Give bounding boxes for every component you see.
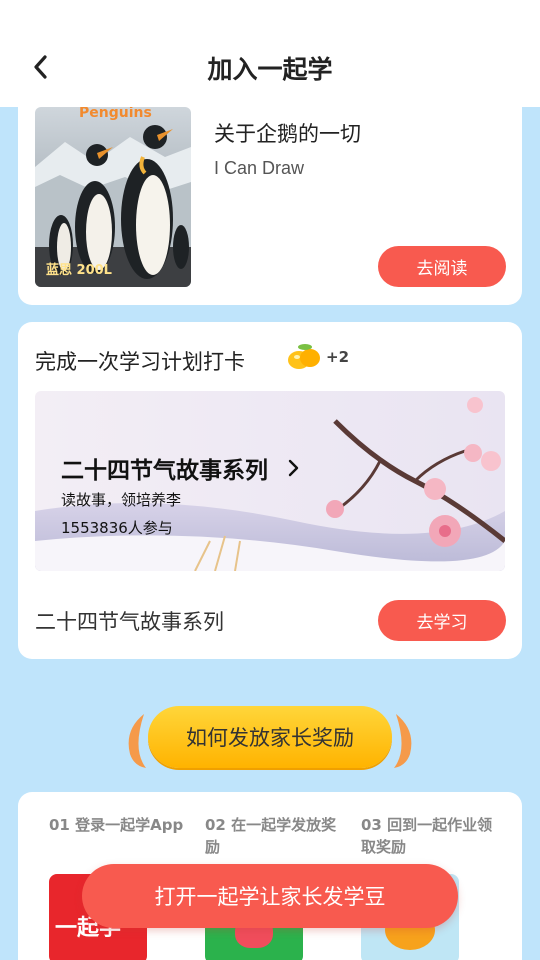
step-2: 02 在一起学发放奖励: [205, 816, 337, 856]
splash-right-icon: [394, 714, 412, 768]
cover-title-text: Penguins: [79, 107, 152, 121]
splash-left-icon: [128, 714, 146, 768]
series-banner[interactable]: 二十四节气故事系列 读故事，领培养李 1553836人参与: [35, 391, 505, 571]
task-title: 完成一次学习计划打卡: [35, 350, 245, 374]
open-app-button[interactable]: 打开一起学让家长发学豆: [82, 864, 458, 928]
reward-badge: +2: [286, 342, 349, 372]
how-to-button[interactable]: 如何发放家长奖励: [148, 706, 392, 768]
reward-count: +2: [326, 348, 350, 366]
series-name: 二十四节气故事系列: [35, 610, 224, 634]
banner-title-text: 二十四节气故事系列: [61, 458, 268, 484]
book-author: I Can Draw: [214, 158, 305, 178]
banner-subtitle: 读故事，领培养李: [61, 491, 182, 509]
banner-participants: 1553836人参与: [61, 519, 173, 537]
page-title: 加入一起学: [207, 55, 333, 84]
header-bar: 加入一起学: [0, 0, 540, 107]
book-title: 关于企鹅的一切: [214, 122, 361, 146]
study-bean-icon: [288, 344, 320, 369]
step-1: 01 登录一起学App: [49, 816, 184, 834]
read-button[interactable]: 去阅读: [378, 246, 506, 287]
chevron-right-icon: [288, 459, 299, 477]
book-cover[interactable]: Penguins 蓝思 200L: [35, 107, 191, 287]
task-card: 完成一次学习计划打卡 +2 二十四节气故事系列 读故事，领培养李 1553836…: [18, 322, 522, 659]
banner-title: 二十四节气故事系列: [61, 451, 306, 485]
study-button[interactable]: 去学习: [378, 600, 506, 641]
step-3: 03 回到一起作业领取奖励: [361, 816, 493, 856]
how-to-reward: 如何发放家长奖励: [120, 704, 420, 770]
lexile-badge: 蓝思 200L: [46, 263, 112, 278]
